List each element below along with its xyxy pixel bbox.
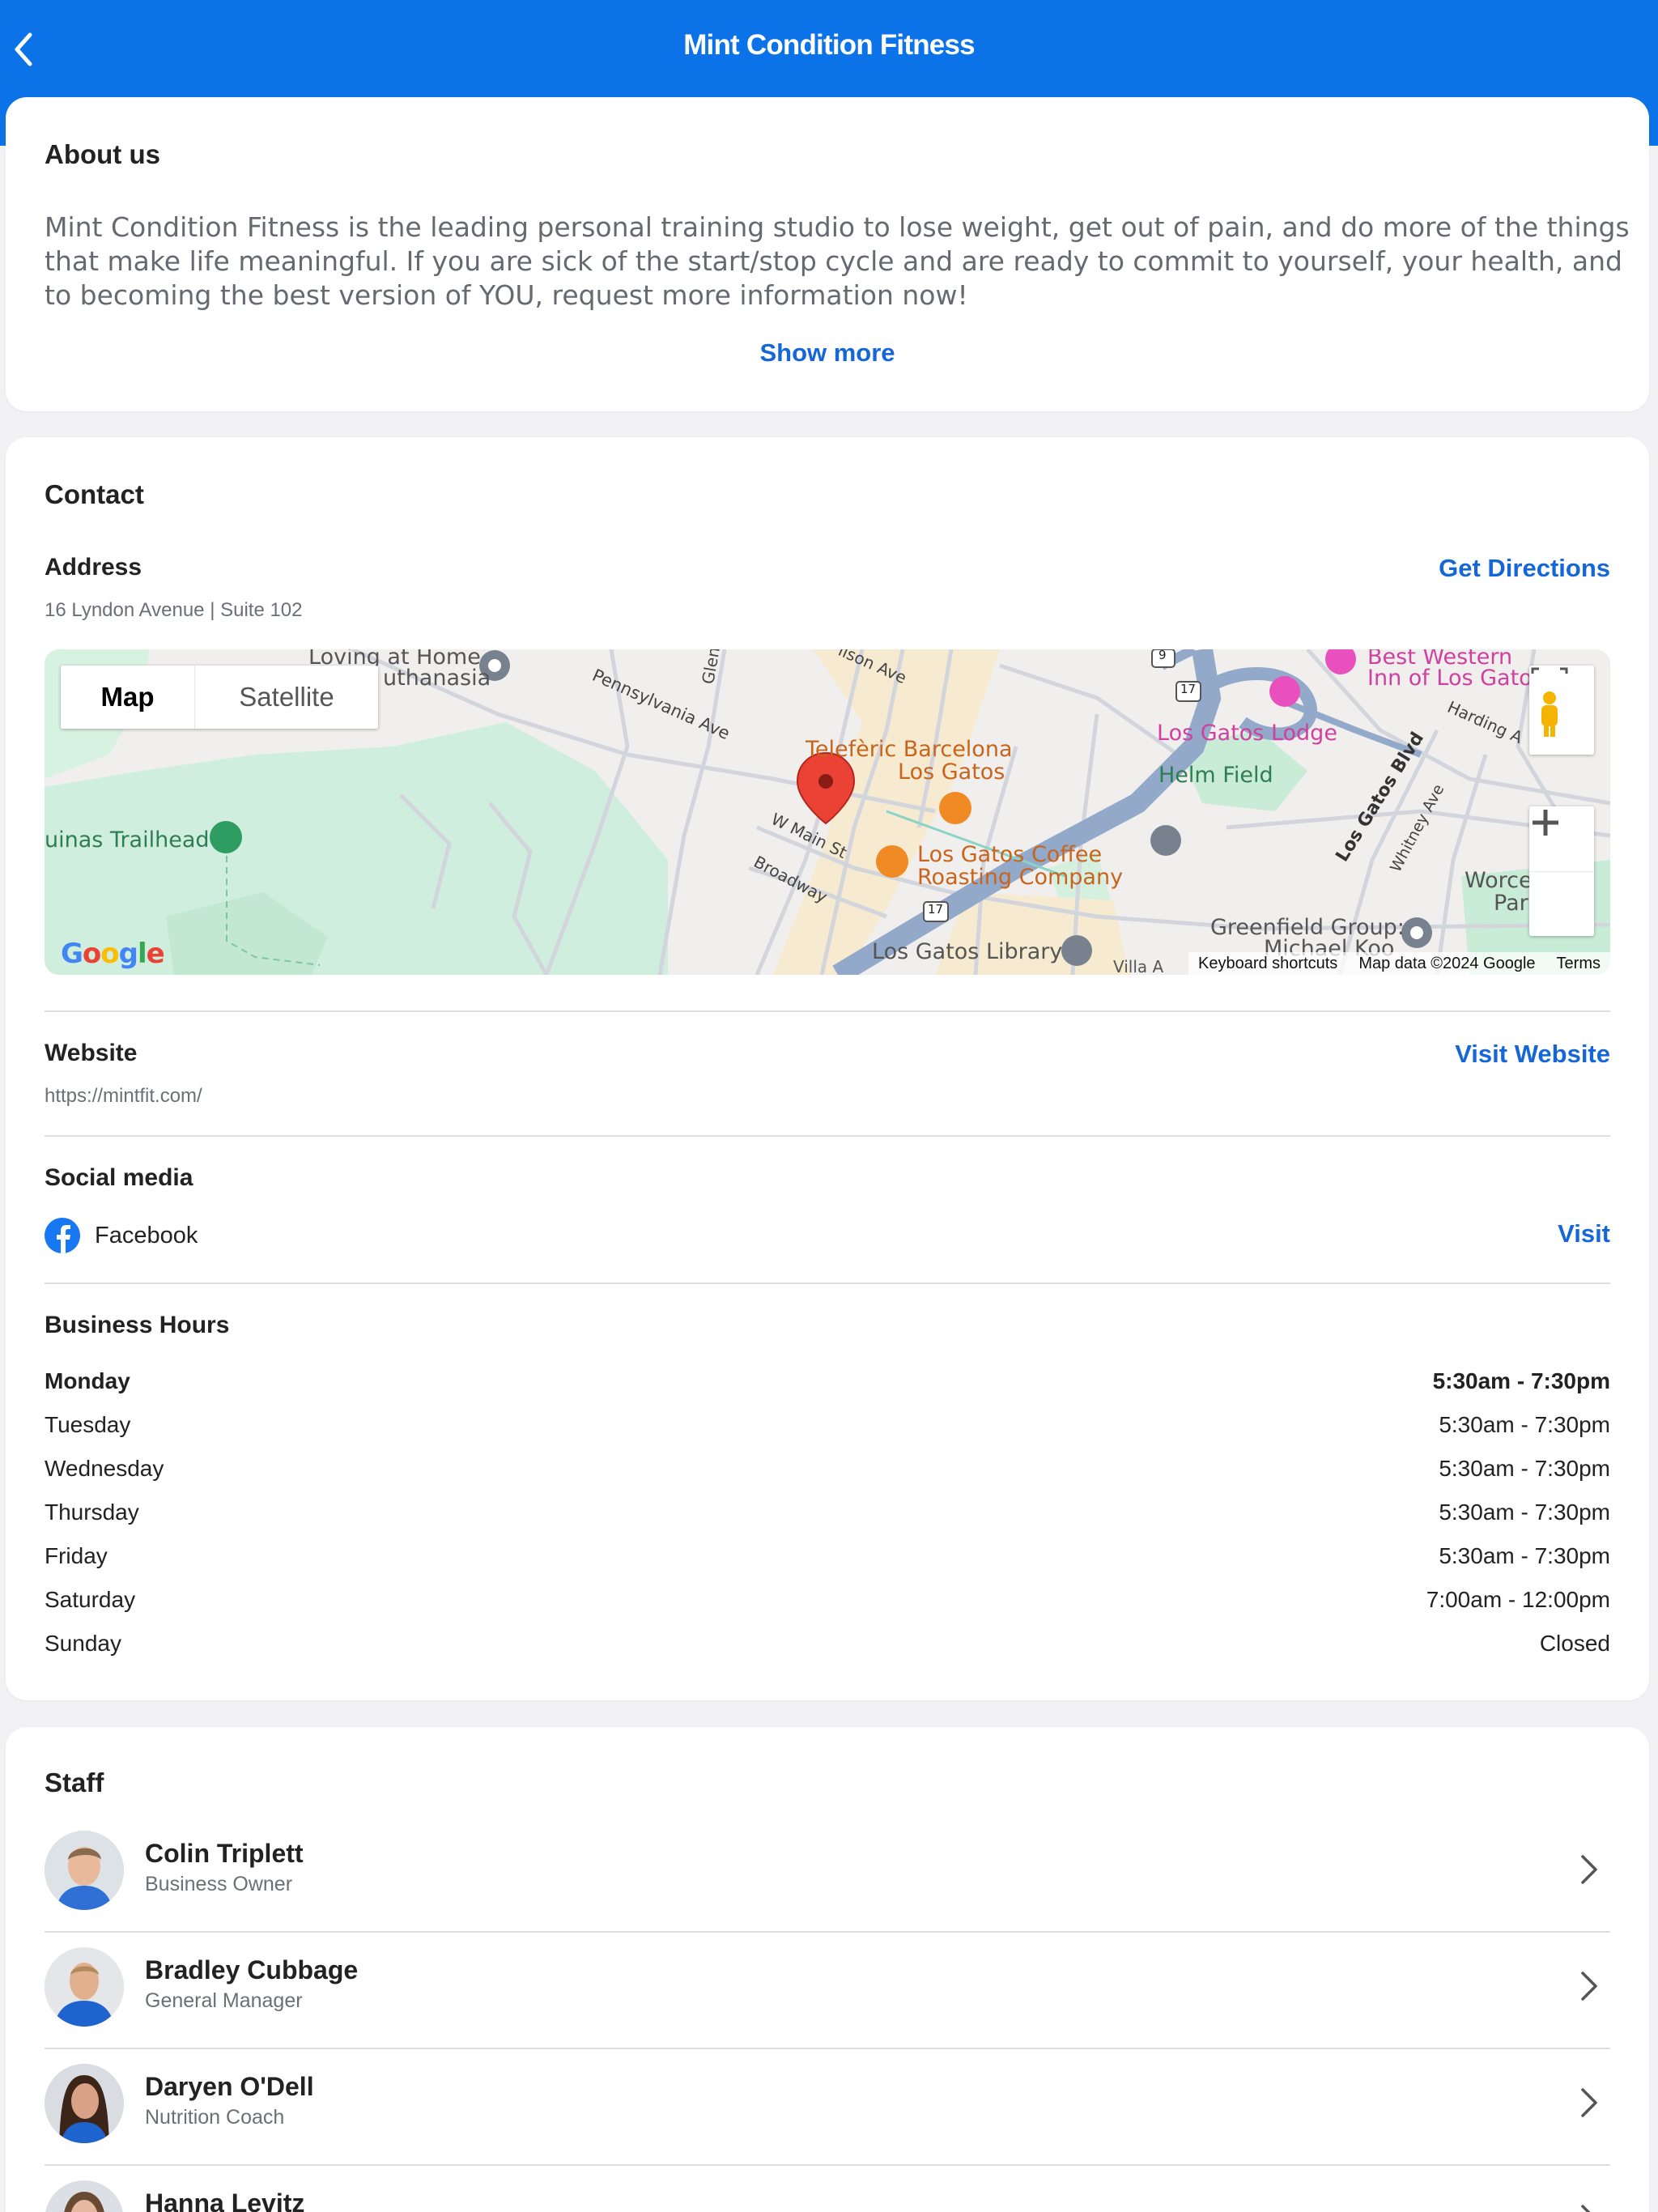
avatar [45, 1831, 124, 1910]
facebook-icon [45, 1218, 80, 1253]
map-footer: Keyboard shortcuts Map data ©2024 Google… [1188, 952, 1610, 975]
avatar [45, 2180, 124, 2212]
map-label: Inn of Los Gato [1367, 666, 1533, 691]
hours-time: 5:30am - 7:30pm [1439, 1499, 1610, 1525]
hours-row: Tuesday 5:30am - 7:30pm [45, 1412, 1610, 1438]
get-directions-link[interactable]: Get Directions [1439, 554, 1610, 583]
satellite-tab[interactable]: Satellite [195, 666, 378, 729]
staff-role: General Manager [145, 1989, 303, 2012]
minus-icon [1533, 820, 1558, 825]
about-title: About us [45, 139, 160, 169]
show-more-button[interactable]: Show more [6, 338, 1649, 368]
hours-row: Monday 5:30am - 7:30pm [45, 1368, 1610, 1394]
hours-time: 7:00am - 12:00pm [1426, 1587, 1610, 1612]
hours-day: Friday [45, 1543, 108, 1568]
staff-role: Nutrition Coach [145, 2106, 285, 2129]
staff-card: Staff Colin Triplett Business Owner Brad… [6, 1727, 1649, 2212]
about-card: About us Mint Condition Fitness is the l… [6, 97, 1649, 411]
route-shield-label: 9 [1158, 649, 1167, 662]
terms-link[interactable]: Terms [1557, 955, 1601, 973]
staff-row[interactable]: Colin Triplett Business Owner [45, 1813, 1610, 1929]
address-label: Address [45, 554, 142, 581]
hours-time: 5:30am - 7:30pm [1439, 1543, 1610, 1568]
staff-row[interactable]: Hanna Levitz [45, 2163, 1610, 2212]
facebook-row: Facebook [45, 1218, 198, 1253]
visit-facebook-link[interactable]: Visit [1558, 1219, 1610, 1249]
map-label: Telefèric Barcelona [806, 737, 1013, 762]
map-label: uinas Trailhead [45, 827, 210, 853]
chevron-right-icon [1581, 1972, 1597, 2001]
location-map[interactable]: Loving at Home uthanasia Pennsylvania Av… [45, 649, 1610, 975]
map-tab[interactable]: Map [61, 666, 195, 729]
staff-title: Staff [45, 1767, 104, 1797]
route-shield-label: 17 [1180, 682, 1197, 696]
map-label: Helm Field [1158, 763, 1273, 788]
staff-row[interactable]: Daryen O'Dell Nutrition Coach [45, 2046, 1610, 2163]
hours-row: Friday 5:30am - 7:30pm [45, 1543, 1610, 1569]
divider [45, 1010, 1610, 1012]
map-label: Par [1494, 891, 1528, 916]
staff-role: Business Owner [145, 1873, 293, 1895]
zoom-out-button[interactable] [1529, 820, 1594, 936]
map-label: Los Gatos Coffee [917, 842, 1103, 867]
pegman-icon [1531, 667, 1568, 737]
street-view-button[interactable] [1529, 666, 1594, 755]
hours-time: 5:30am - 7:30pm [1439, 1456, 1610, 1481]
keyboard-shortcuts-link[interactable]: Keyboard shortcuts [1198, 955, 1337, 973]
map-data-attribution: Map data ©2024 Google [1358, 954, 1536, 972]
website-label: Website [45, 1040, 138, 1066]
avatar [45, 2064, 124, 2143]
hours-time: Closed [1539, 1631, 1610, 1656]
hours-row: Saturday 7:00am - 12:00pm [45, 1587, 1610, 1613]
map-label: Los Gatos Lodge [1157, 721, 1337, 746]
divider [45, 1135, 1610, 1137]
chevron-right-icon [1581, 1855, 1597, 1884]
map-label: Worce [1465, 868, 1533, 893]
page-title: Mint Condition Fitness [683, 29, 975, 61]
map-type-toggle: Map Satellite [61, 666, 378, 729]
map-label: uthanasia [383, 666, 491, 691]
hours-day: Saturday [45, 1587, 136, 1612]
hours-day: Sunday [45, 1631, 121, 1656]
hours-row: Sunday Closed [45, 1631, 1610, 1657]
contact-card: Contact Address Get Directions 16 Lyndon… [6, 437, 1649, 1700]
staff-name: Bradley Cubbage [145, 1955, 359, 1984]
address-value: 16 Lyndon Avenue | Suite 102 [45, 599, 303, 621]
hours-day: Thursday [45, 1499, 139, 1525]
hours-row: Wednesday 5:30am - 7:30pm [45, 1456, 1610, 1482]
staff-name: Hanna Levitz [145, 2189, 305, 2212]
social-media-label: Social media [45, 1164, 193, 1191]
hours-time: 5:30am - 7:30pm [1439, 1412, 1610, 1437]
hours-day: Tuesday [45, 1412, 131, 1437]
staff-row[interactable]: Bradley Cubbage General Manager [45, 1929, 1610, 2046]
route-shield-label: 17 [928, 902, 944, 917]
map-label: Villa A [1113, 957, 1164, 975]
about-description: Mint Condition Fitness is the leading pe… [45, 211, 1630, 311]
map-label: Los Gatos Library [872, 939, 1063, 964]
google-logo: Google [61, 938, 165, 970]
website-url: https://mintfit.com/ [45, 1085, 202, 1107]
map-label: Los Gatos [898, 759, 1005, 785]
staff-name: Daryen O'Dell [145, 2072, 314, 2101]
facebook-label: Facebook [95, 1222, 198, 1249]
business-hours-label: Business Hours [45, 1312, 230, 1338]
divider [45, 1283, 1610, 1284]
avatar [45, 1947, 124, 2027]
contact-title: Contact [45, 479, 144, 509]
visit-website-link[interactable]: Visit Website [1455, 1040, 1610, 1069]
map-label: Roasting Company [917, 865, 1124, 890]
hours-row: Thursday 5:30am - 7:30pm [45, 1499, 1610, 1525]
chevron-right-icon [1581, 2088, 1597, 2117]
hours-day: Monday [45, 1368, 130, 1393]
staff-name: Colin Triplett [145, 1839, 304, 1868]
hours-day: Wednesday [45, 1456, 164, 1481]
hours-time: 5:30am - 7:30pm [1432, 1368, 1610, 1393]
zoom-controls [1529, 806, 1594, 936]
chevron-right-icon [1581, 2205, 1591, 2212]
